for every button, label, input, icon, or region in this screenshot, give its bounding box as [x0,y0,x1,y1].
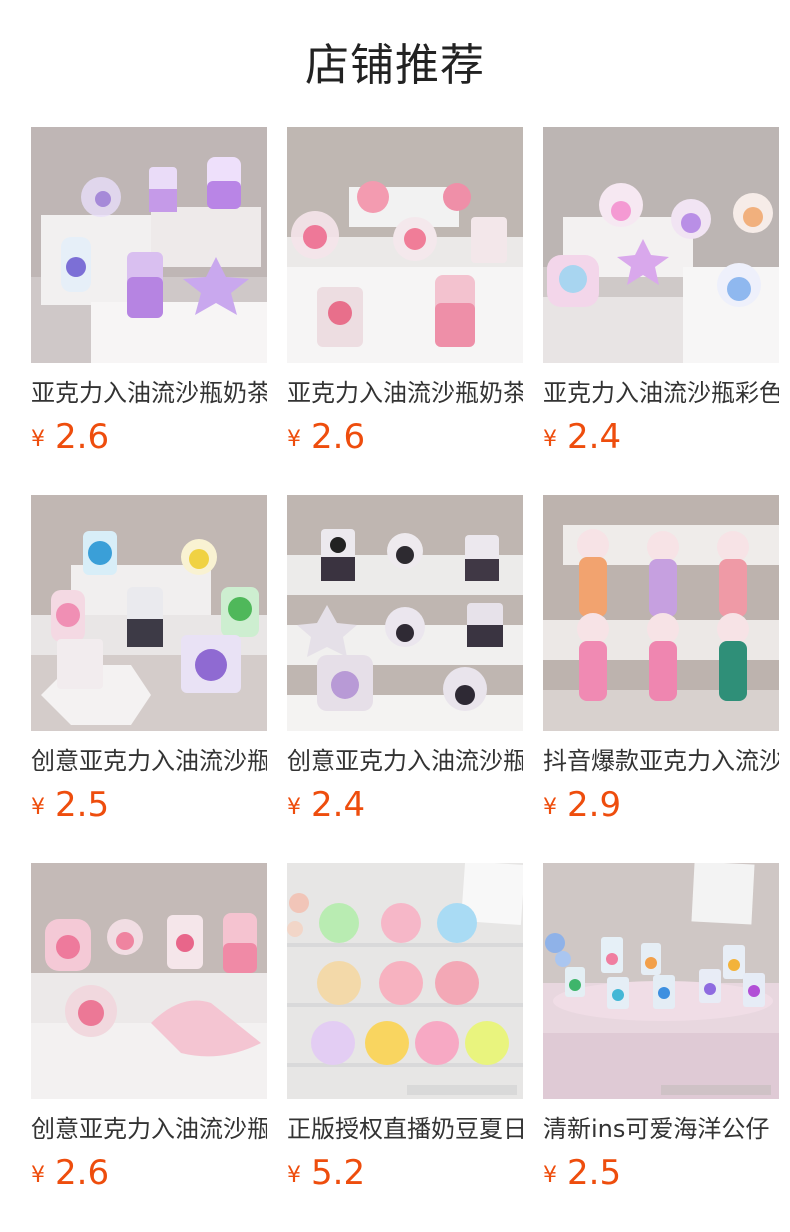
product-card[interactable]: 创意亚克力入油流沙瓶 ¥2.5 [31,495,267,835]
currency-symbol: ¥ [287,1163,301,1188]
product-card[interactable]: 亚克力入油流沙瓶彩色 ¥2.4 [543,127,779,467]
product-image[interactable] [543,495,779,731]
product-image[interactable] [287,863,523,1099]
currency-symbol: ¥ [543,795,557,820]
product-image[interactable] [287,127,523,363]
currency-symbol: ¥ [543,1163,557,1188]
product-name[interactable]: 创意亚克力入油流沙瓶 [287,745,523,777]
product-image[interactable] [287,495,523,731]
product-price: ¥2.9 [543,783,779,827]
price-value: 5.2 [311,1153,366,1193]
product-price: ¥2.6 [31,415,267,459]
product-name[interactable]: 亚克力入油流沙瓶奶茶 [31,377,267,409]
product-name[interactable]: 亚克力入油流沙瓶彩色 [543,377,779,409]
product-card[interactable]: 清新ins可爱海洋公仔 ¥2.5 [543,863,779,1203]
product-card[interactable]: 创意亚克力入油流沙瓶 ¥2.4 [287,495,523,835]
product-card[interactable]: 抖音爆款亚克力入流沙 ¥2.9 [543,495,779,835]
product-card[interactable]: 亚克力入油流沙瓶奶茶 ¥2.6 [287,127,523,467]
price-value: 2.4 [311,785,366,825]
currency-symbol: ¥ [543,427,557,452]
product-name[interactable]: 抖音爆款亚克力入流沙 [543,745,779,777]
product-card[interactable]: 创意亚克力入油流沙瓶 ¥2.6 [31,863,267,1203]
page-title: 店铺推荐 [305,40,485,91]
product-name[interactable]: 正版授权直播奶豆夏日 [287,1113,523,1145]
product-price: ¥2.5 [543,1151,779,1195]
product-image[interactable] [31,863,267,1099]
currency-symbol: ¥ [287,427,301,452]
price-value: 2.6 [55,417,110,457]
product-name[interactable]: 创意亚克力入油流沙瓶 [31,1113,267,1145]
product-name[interactable]: 亚克力入油流沙瓶奶茶 [287,377,523,409]
product-price: ¥2.4 [287,783,523,827]
price-value: 2.6 [55,1153,110,1193]
currency-symbol: ¥ [31,427,45,452]
product-image[interactable] [543,127,779,363]
product-name[interactable]: 创意亚克力入油流沙瓶 [31,745,267,777]
currency-symbol: ¥ [31,795,45,820]
price-value: 2.5 [567,1153,622,1193]
product-image[interactable] [31,127,267,363]
product-name[interactable]: 清新ins可爱海洋公仔 [543,1113,779,1145]
product-price: ¥2.5 [31,783,267,827]
product-image[interactable] [543,863,779,1099]
price-value: 2.5 [55,785,110,825]
product-card[interactable]: 亚克力入油流沙瓶奶茶 ¥2.6 [31,127,267,467]
price-value: 2.4 [567,417,622,457]
price-value: 2.6 [311,417,366,457]
product-price: ¥2.4 [543,415,779,459]
product-price: ¥2.6 [31,1151,267,1195]
product-price: ¥5.2 [287,1151,523,1195]
product-image[interactable] [31,495,267,731]
product-card[interactable]: 正版授权直播奶豆夏日 ¥5.2 [287,863,523,1203]
currency-symbol: ¥ [31,1163,45,1188]
price-value: 2.9 [567,785,622,825]
product-price: ¥2.6 [287,415,523,459]
currency-symbol: ¥ [287,795,301,820]
